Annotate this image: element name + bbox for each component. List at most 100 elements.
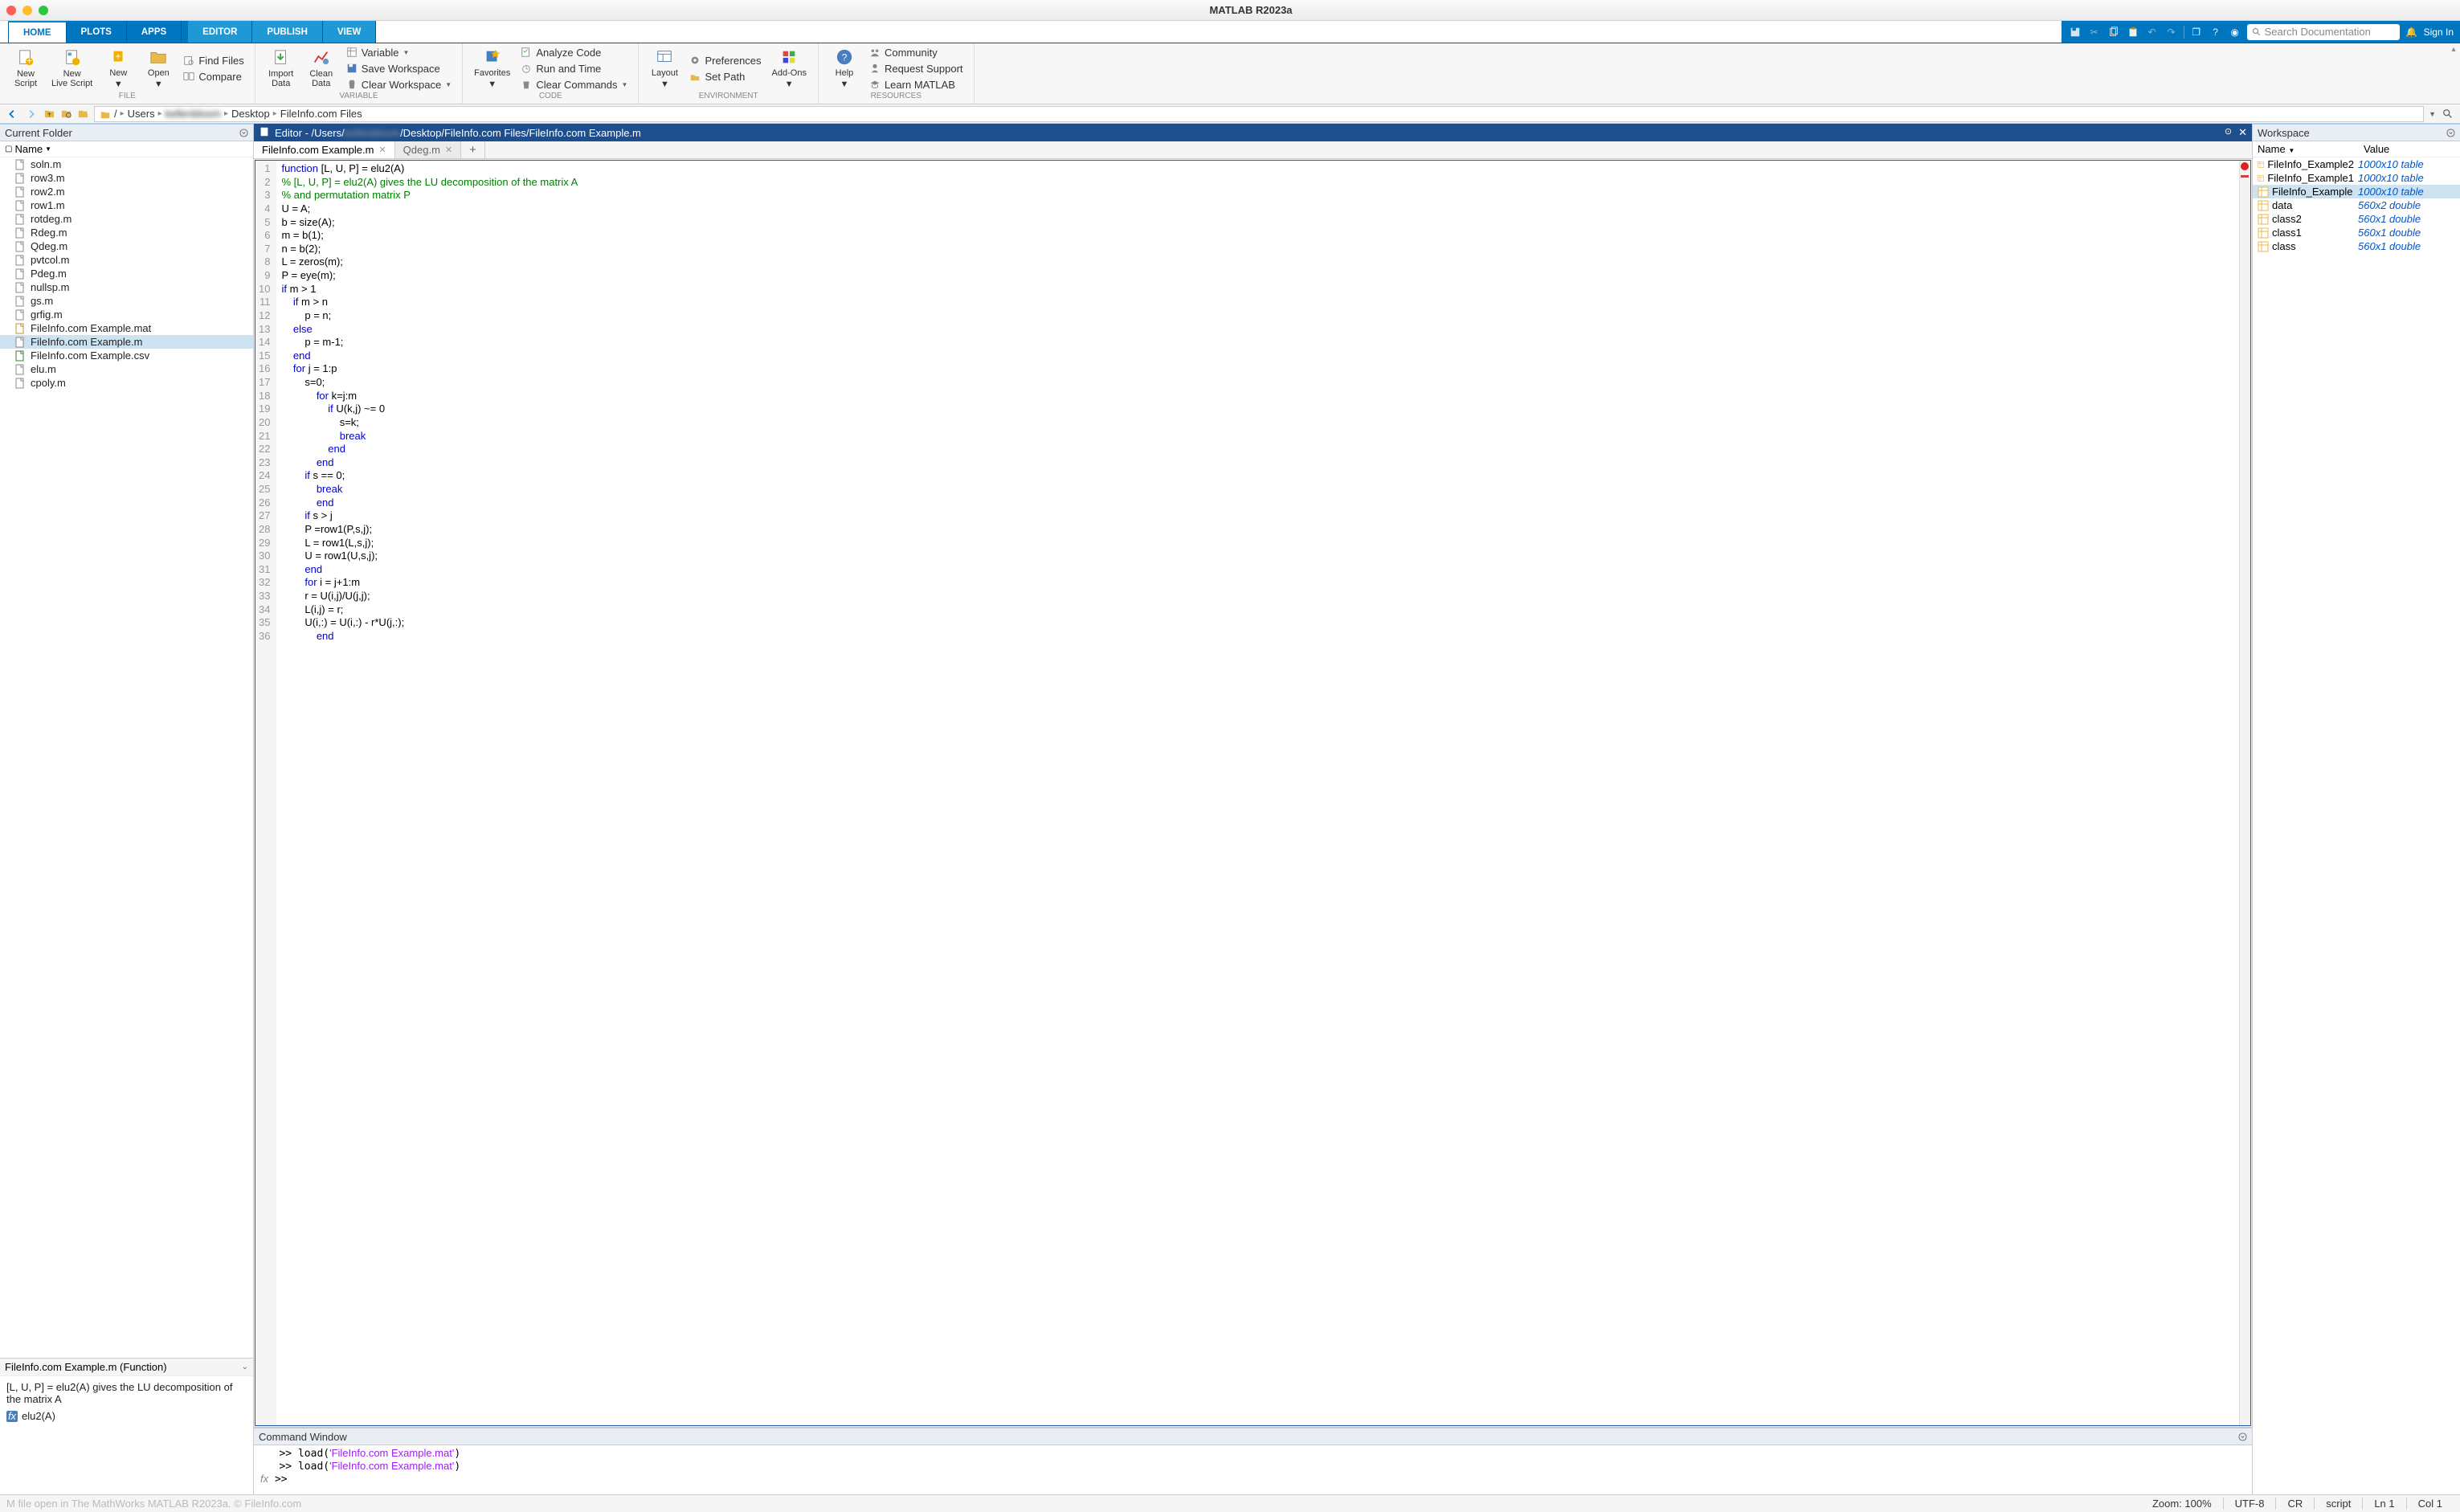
forward-button[interactable] [24, 107, 39, 121]
folder-star-icon[interactable]: ★ [77, 107, 89, 121]
code-editor[interactable]: 1 2 3 4 5 6 7 8 9 10 11 12 13 14 15 16 1… [255, 160, 2251, 1426]
new-script-button[interactable]: +New Script [8, 47, 43, 90]
find-files-button[interactable]: Find Files [181, 54, 246, 67]
breadcrumb-user[interactable]: kellenbloom [165, 108, 221, 120]
analyze-code-button[interactable]: Analyze Code [518, 46, 630, 59]
new-live-script-button[interactable]: New Live Script [48, 47, 96, 90]
breadcrumb-users[interactable]: Users [128, 108, 155, 120]
cut-icon[interactable]: ✂ [2087, 25, 2102, 39]
tab-home[interactable]: HOME [8, 21, 67, 43]
workspace-variable[interactable]: class1560x1 double [2253, 226, 2460, 239]
file-detail-header[interactable]: FileInfo.com Example.m (Function) ⌄ [0, 1359, 253, 1376]
error-indicator-icon[interactable] [2241, 162, 2249, 170]
run-time-button[interactable]: Run and Time [518, 62, 630, 76]
browse-folder-icon[interactable] [60, 107, 72, 121]
compare-button[interactable]: Compare [181, 70, 246, 84]
paste-icon[interactable] [2126, 25, 2140, 39]
file-row[interactable]: pvtcol.m [0, 253, 253, 267]
workspace-variable[interactable]: FileInfo_Example1000x10 table [2253, 185, 2460, 198]
toolstrip-collapse-icon[interactable]: ▴ [2447, 43, 2460, 104]
breadcrumb-folder[interactable]: FileInfo.com Files [280, 108, 362, 120]
dropdown-icon[interactable] [2238, 1432, 2247, 1441]
path-field[interactable]: / ▸ Users ▸ kellenbloom ▸ Desktop ▸ File… [94, 106, 2424, 122]
tab-plots[interactable]: PLOTS [67, 21, 127, 43]
new-button[interactable]: +New▼ [100, 46, 136, 91]
help-button[interactable]: ?Help▼ [827, 46, 862, 91]
tab-view[interactable]: VIEW [323, 21, 376, 43]
variable-button[interactable]: Variable ▼ [344, 46, 454, 59]
status-zoom[interactable]: Zoom: 100% [2141, 1498, 2223, 1510]
preferences-button[interactable]: Preferences [687, 54, 763, 67]
zoom-window-button[interactable] [39, 6, 48, 15]
import-data-button[interactable]: Import Data [264, 47, 299, 90]
close-icon[interactable]: ✕ [445, 145, 452, 155]
file-row[interactable]: Pdeg.m [0, 267, 253, 280]
workspace-variable[interactable]: data560x2 double [2253, 198, 2460, 212]
help-icon[interactable]: ? [2209, 25, 2223, 39]
file-row[interactable]: row3.m [0, 171, 253, 185]
tab-apps[interactable]: APPS [127, 21, 182, 43]
tab-publish[interactable]: PUBLISH [252, 21, 322, 43]
switch-windows-icon[interactable]: ❐ [2189, 25, 2204, 39]
gear-icon[interactable]: ◉ [2228, 25, 2242, 39]
minimize-window-button[interactable] [22, 6, 32, 15]
file-row[interactable]: gs.m [0, 294, 253, 308]
undo-icon[interactable]: ↶ [2145, 25, 2160, 39]
back-button[interactable] [5, 107, 19, 121]
save-icon[interactable] [2068, 25, 2082, 39]
search-documentation-input[interactable]: Search Documentation [2247, 24, 2400, 40]
chevron-down-icon[interactable]: ⌄ [242, 1363, 248, 1371]
file-row[interactable]: grfig.m [0, 308, 253, 321]
close-window-button[interactable] [6, 6, 16, 15]
file-row[interactable]: elu.m [0, 362, 253, 376]
editor-new-tab-button[interactable]: + [461, 141, 485, 158]
open-button[interactable]: Open▼ [141, 46, 176, 91]
workspace-variable[interactable]: FileInfo_Example11000x10 table [2253, 171, 2460, 185]
status-eol[interactable]: CR [2275, 1498, 2314, 1510]
file-row[interactable]: FileInfo.com Example.mat [0, 321, 253, 335]
favorites-button[interactable]: Favorites▼ [471, 46, 513, 91]
file-row[interactable]: Qdeg.m [0, 239, 253, 253]
file-row[interactable]: row1.m [0, 198, 253, 212]
dropdown-icon[interactable] [2446, 129, 2455, 137]
learn-matlab-button[interactable]: Learn MATLAB [867, 78, 966, 92]
clear-workspace-button[interactable]: Clear Workspace ▼ [344, 78, 454, 92]
editor-close-icon[interactable]: ✕ [2238, 126, 2247, 139]
workspace-columns[interactable]: Name ▼ Value [2253, 141, 2460, 157]
file-row[interactable]: rotdeg.m [0, 212, 253, 226]
notification-bell-icon[interactable]: 🔔 [2405, 25, 2419, 39]
editor-tab-1[interactable]: FileInfo.com Example.m✕ [254, 141, 395, 158]
set-path-button[interactable]: Set Path [687, 70, 763, 84]
file-row[interactable]: row2.m [0, 185, 253, 198]
clean-data-button[interactable]: Clean Data [304, 47, 339, 90]
function-entry[interactable]: fx elu2(A) [6, 1410, 247, 1422]
sign-in-link[interactable]: Sign In [2424, 27, 2454, 38]
command-window-body[interactable]: >> load('FileInfo.com Example.mat') >> l… [254, 1445, 2252, 1494]
path-search-icon[interactable] [2441, 107, 2455, 121]
community-button[interactable]: Community [867, 46, 966, 59]
dropdown-icon[interactable] [239, 129, 248, 137]
file-row[interactable]: FileInfo.com Example.csv [0, 349, 253, 362]
tab-editor[interactable]: EDITOR [188, 21, 252, 43]
breadcrumb-desktop[interactable]: Desktop [231, 108, 270, 120]
workspace-variable[interactable]: class2560x1 double [2253, 212, 2460, 226]
status-encoding[interactable]: UTF-8 [2223, 1498, 2276, 1510]
file-row[interactable]: FileInfo.com Example.m [0, 335, 253, 349]
error-marker[interactable] [2241, 175, 2249, 178]
file-row[interactable]: soln.m [0, 157, 253, 171]
redo-icon[interactable]: ↷ [2164, 25, 2179, 39]
close-icon[interactable]: ✕ [378, 145, 386, 155]
current-folder-columns[interactable]: ▢ Name ▼ [0, 141, 253, 157]
workspace-variable[interactable]: class560x1 double [2253, 239, 2460, 253]
file-row[interactable]: Rdeg.m [0, 226, 253, 239]
editor-dropdown-icon[interactable]: ⊙ [2225, 126, 2232, 139]
addons-button[interactable]: Add-Ons▼ [769, 46, 810, 91]
copy-icon[interactable] [2107, 25, 2121, 39]
file-row[interactable]: nullsp.m [0, 280, 253, 294]
request-support-button[interactable]: Request Support [867, 62, 966, 76]
clear-commands-button[interactable]: Clear Commands ▼ [518, 78, 630, 92]
editor-tab-2[interactable]: Qdeg.m✕ [395, 141, 461, 158]
save-workspace-button[interactable]: Save Workspace [344, 62, 454, 76]
folder-up-icon[interactable] [43, 107, 55, 121]
file-row[interactable]: cpoly.m [0, 376, 253, 390]
